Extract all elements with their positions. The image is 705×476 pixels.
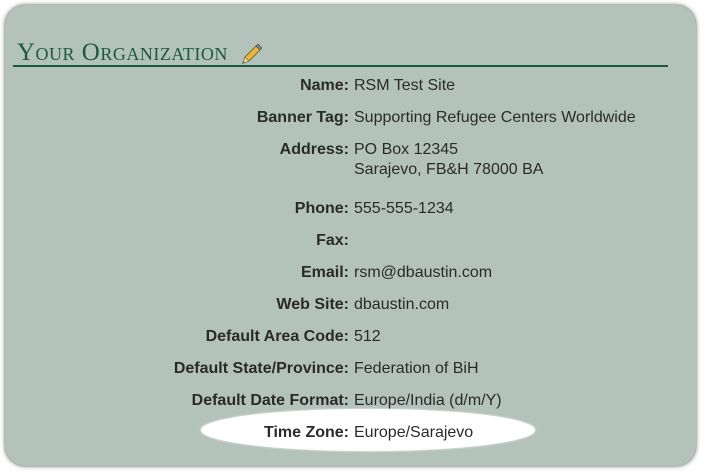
organization-panel: Your Organization Name: RSM Test Site Ba…: [5, 5, 696, 466]
field-value: PO Box 12345 Sarajevo, FB&H 78000 BA: [354, 140, 543, 180]
field-label: Fax:: [316, 232, 349, 249]
address-line-2: Sarajevo, FB&H 78000 BA: [354, 161, 544, 178]
field-label: Name:: [300, 77, 349, 94]
field-row-web-site: Web Site: dbaustin.com: [5, 295, 696, 327]
field-value: 555-555-1234: [354, 200, 454, 217]
field-label: Address:: [279, 141, 349, 158]
field-label: Web Site:: [276, 296, 349, 313]
field-value: RSM Test Site: [354, 77, 456, 94]
pencil-icon[interactable]: [240, 43, 263, 65]
field-label: Default State/Province:: [173, 360, 349, 377]
field-row-phone: Phone: 555-555-1234: [5, 199, 696, 231]
organization-fields: Name: RSM Test Site Banner Tag: Supporti…: [5, 76, 696, 455]
field-row-default-date-format: Default Date Format: Europe/India (d/m/Y…: [5, 391, 696, 423]
field-row-fax: Fax:: [5, 231, 696, 263]
field-row-name: Name: RSM Test Site: [5, 76, 696, 108]
field-row-default-area-code: Default Area Code: 512: [5, 327, 696, 359]
field-row-email: Email: rsm@dbaustin.com: [5, 263, 696, 295]
field-label: Email:: [300, 264, 349, 281]
field-value: dbaustin.com: [354, 296, 450, 313]
panel-header: Your Organization: [17, 33, 263, 66]
address-line-1: PO Box 12345: [354, 141, 459, 158]
field-label: Time Zone:: [263, 424, 349, 441]
header-divider: [13, 65, 668, 67]
field-label: Phone:: [294, 200, 349, 217]
field-value: Federation of BiH: [354, 360, 479, 377]
panel-title: Your Organization: [17, 39, 228, 66]
field-value: Europe/India (d/m/Y): [354, 392, 502, 409]
field-value: 512: [354, 328, 381, 345]
field-row-banner-tag: Banner Tag: Supporting Refugee Centers W…: [5, 108, 696, 140]
field-row-address: Address: PO Box 12345 Sarajevo, FB&H 780…: [5, 140, 696, 199]
field-label: Default Area Code:: [205, 328, 349, 345]
field-label: Banner Tag:: [256, 109, 349, 126]
field-value: rsm@dbaustin.com: [354, 264, 493, 281]
field-label: Default Date Format:: [191, 392, 349, 409]
field-row-time-zone: Time Zone: Europe/Sarajevo: [5, 423, 696, 455]
field-value: Europe/Sarajevo: [354, 424, 474, 441]
field-value: Supporting Refugee Centers Worldwide: [354, 109, 636, 126]
field-row-default-state-province: Default State/Province: Federation of Bi…: [5, 359, 696, 391]
